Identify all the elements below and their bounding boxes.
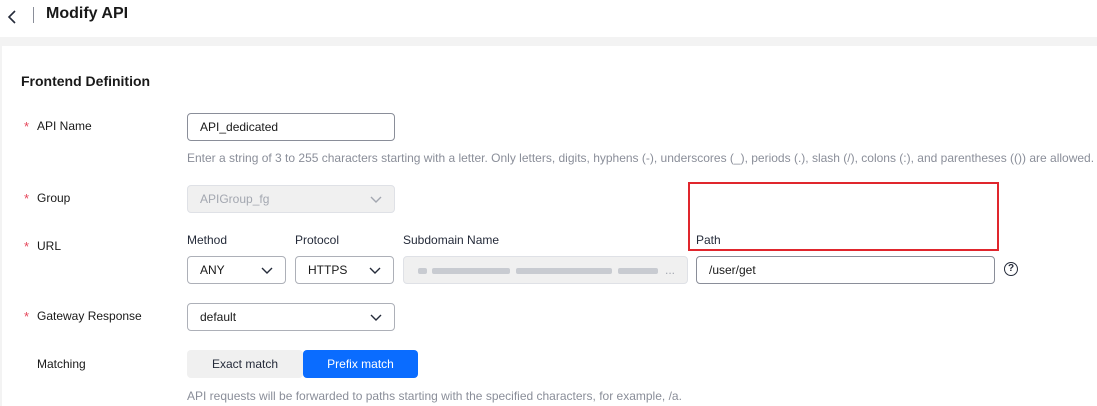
required-mark: *: [24, 191, 30, 206]
page-title: Modify API: [46, 5, 129, 22]
subdomain-field-blurred: ...: [403, 256, 688, 284]
blurred-text: [418, 268, 427, 274]
help-icon[interactable]: ?: [1004, 262, 1018, 276]
matching-label: Matching: [37, 357, 86, 371]
blurred-text: [432, 268, 510, 274]
back-button[interactable]: [4, 8, 20, 26]
section-title: Frontend Definition: [21, 73, 151, 89]
url-label: * URL: [24, 239, 62, 254]
exact-match-button[interactable]: Exact match: [187, 350, 303, 378]
path-label: Path: [696, 233, 721, 247]
group-label: * Group: [24, 191, 71, 206]
api-name-label: * API Name: [24, 119, 92, 134]
gateway-response-value: default: [200, 310, 237, 324]
header-bar: Modify API: [0, 0, 1097, 37]
chevron-down-icon: [370, 314, 382, 321]
prefix-match-button[interactable]: Prefix match: [303, 350, 418, 378]
chevron-down-icon: [370, 196, 382, 203]
blurred-text: [618, 268, 658, 274]
matching-hint: API requests will be forwarded to paths …: [187, 389, 682, 403]
gateway-response-label: * Gateway Response: [24, 309, 142, 324]
subdomain-ellipsis: ...: [664, 263, 675, 277]
header-divider: [33, 7, 34, 23]
method-label: Method: [187, 233, 228, 247]
api-name-hint: Enter a string of 3 to 255 characters st…: [187, 151, 1095, 165]
group-select: APIGroup_fg: [187, 185, 395, 213]
chevron-down-icon: [369, 267, 381, 274]
chevron-down-icon: [261, 267, 273, 274]
method-select[interactable]: ANY: [187, 256, 286, 284]
protocol-label: Protocol: [295, 233, 340, 247]
chevron-left-icon: [7, 10, 16, 24]
required-mark: *: [24, 309, 30, 324]
api-name-input[interactable]: API_dedicated: [187, 113, 395, 141]
protocol-select-value: HTTPS: [308, 263, 348, 277]
protocol-select[interactable]: HTTPS: [295, 256, 394, 284]
path-highlight-box: [688, 182, 999, 251]
subdomain-label: Subdomain Name: [403, 233, 500, 247]
path-input[interactable]: /user/get: [696, 256, 995, 284]
method-select-value: ANY: [200, 263, 225, 277]
required-mark: *: [24, 119, 30, 134]
blurred-text: [516, 268, 612, 274]
required-mark: *: [24, 239, 30, 254]
group-select-value: APIGroup_fg: [200, 192, 270, 206]
gateway-response-select[interactable]: default: [187, 303, 395, 331]
matching-segmented-control: Exact match Prefix match: [187, 350, 418, 378]
